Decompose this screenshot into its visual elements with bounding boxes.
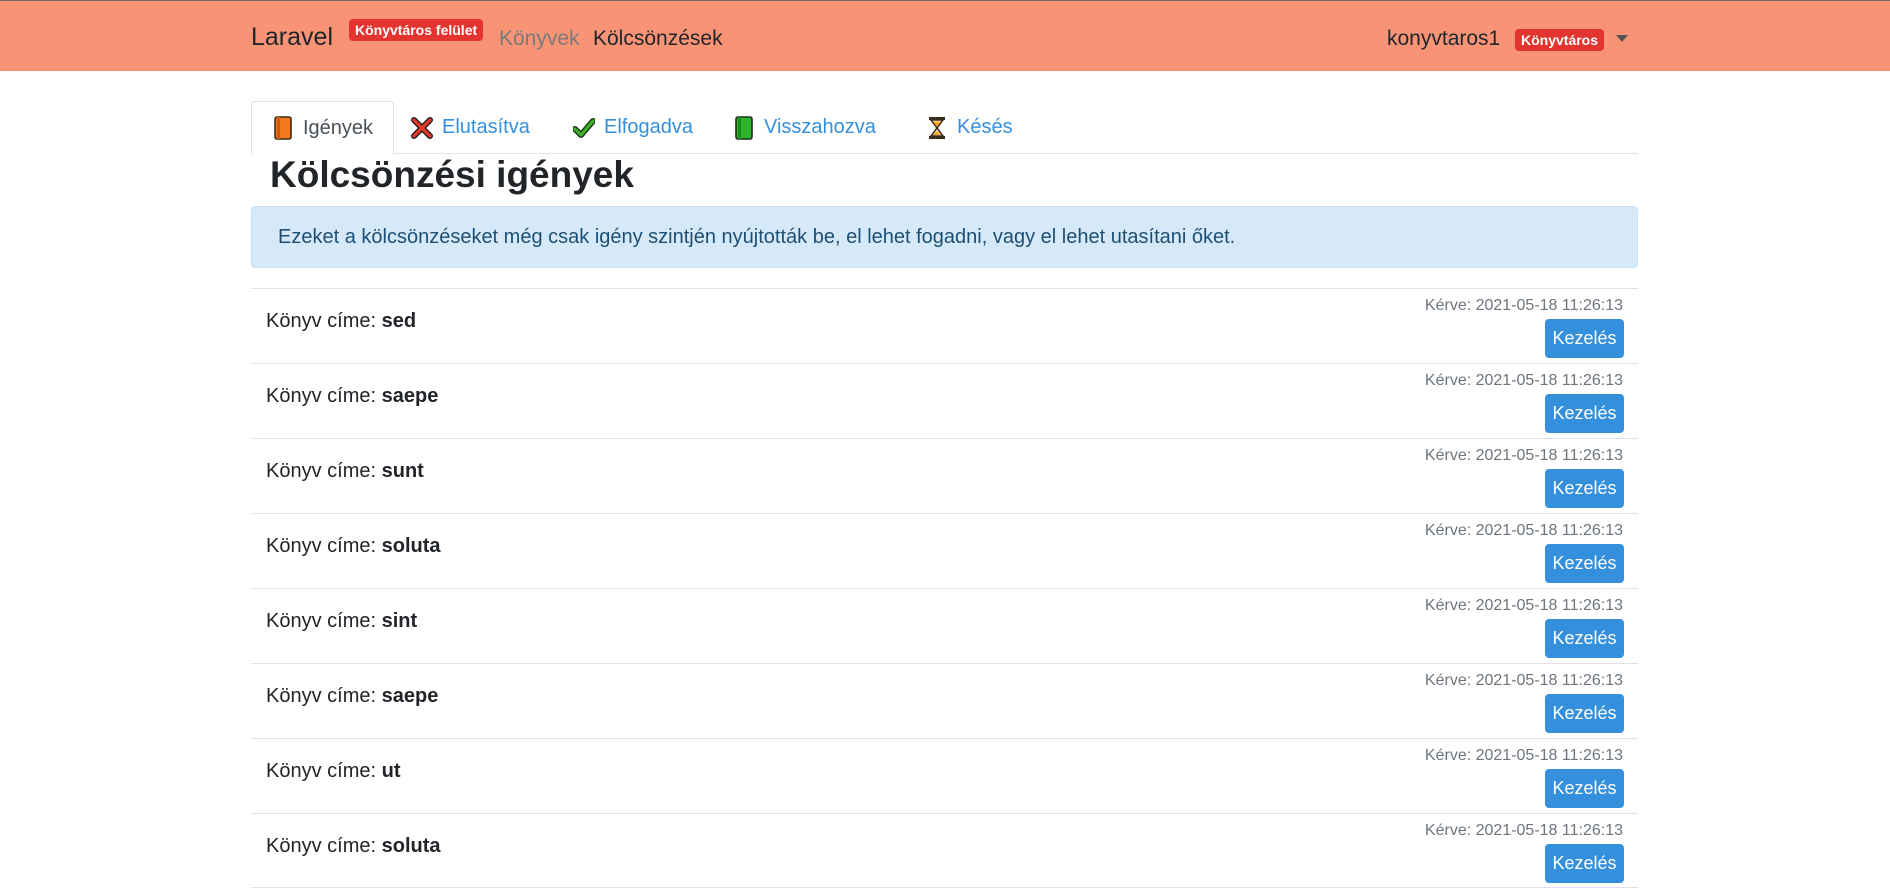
tab-label: Elfogadva [604, 116, 693, 138]
manage-button[interactable]: Kezelés [1545, 319, 1624, 358]
book-title: Könyv címe: sed [266, 310, 417, 332]
loan-status-tabs: Igények Elutasítva Elfogadva Visszahozva [251, 101, 1638, 155]
list-item: Könyv címe: soluta Kérve: 2021-05-18 11:… [251, 813, 1638, 888]
green-check-icon [573, 116, 595, 140]
tab-label: Igények [303, 116, 374, 139]
manage-button[interactable]: Kezelés [1545, 694, 1624, 733]
manage-button[interactable]: Kezelés [1545, 619, 1624, 658]
nav-link-loans[interactable]: Kölcsönzések [593, 27, 723, 51]
tab-accepted[interactable]: Elfogadva [553, 101, 713, 154]
list-item: Könyv címe: ut Kérve: 2021-05-18 11:26:1… [251, 738, 1638, 813]
book-title: Könyv címe: saepe [266, 685, 439, 707]
book-title: Könyv címe: ut [266, 760, 401, 782]
page-title: Kölcsönzési igények [270, 154, 634, 195]
nav-link-books[interactable]: Könyvek [499, 27, 580, 51]
request-date: Kérve: 2021-05-18 11:26:13 [1424, 447, 1623, 464]
tab-label: Késés [957, 116, 1013, 138]
manage-button[interactable]: Kezelés [1545, 469, 1624, 508]
request-list: Könyv címe: sed Kérve: 2021-05-18 11:26:… [251, 288, 1638, 888]
manage-button[interactable]: Kezelés [1545, 769, 1624, 808]
book-title: Könyv címe: sint [266, 610, 418, 632]
brand-link[interactable]: Laravel [251, 23, 333, 52]
green-book-icon [733, 115, 755, 140]
list-item: Könyv címe: sed Kérve: 2021-05-18 11:26:… [251, 288, 1638, 363]
request-date: Kérve: 2021-05-18 11:26:13 [1424, 372, 1623, 389]
info-alert: Ezeket a kölcsönzéseket még csak igény s… [251, 206, 1638, 268]
tab-label: Elutasítva [442, 116, 530, 138]
request-date: Kérve: 2021-05-18 11:26:13 [1424, 672, 1623, 689]
book-title: Könyv címe: sunt [266, 460, 424, 482]
manage-button[interactable]: Kezelés [1545, 544, 1624, 583]
request-date: Kérve: 2021-05-18 11:26:13 [1424, 747, 1623, 764]
tab-label: Visszahozva [764, 116, 876, 138]
book-title: Könyv címe: saepe [266, 385, 439, 407]
list-item: Könyv címe: soluta Kérve: 2021-05-18 11:… [251, 513, 1638, 588]
orange-book-icon [272, 116, 294, 140]
tab-returned[interactable]: Visszahozva [713, 101, 896, 154]
book-title: Könyv címe: soluta [266, 835, 441, 857]
request-date: Kérve: 2021-05-18 11:26:13 [1424, 597, 1623, 614]
request-date: Kérve: 2021-05-18 11:26:13 [1424, 522, 1623, 539]
request-date: Kérve: 2021-05-18 11:26:13 [1424, 297, 1623, 314]
red-cross-icon [411, 116, 433, 140]
tab-rejected[interactable]: Elutasítva [391, 101, 550, 154]
book-title: Könyv címe: soluta [266, 535, 441, 557]
tab-late[interactable]: Késés [906, 101, 1033, 154]
user-role-badge[interactable]: Könyvtáros [1515, 29, 1605, 51]
user-menu-name[interactable]: konyvtaros1 [1387, 27, 1500, 51]
hourglass-icon [926, 116, 948, 140]
top-navbar: Laravel Könyvtáros felület Könyvek Kölcs… [0, 0, 1890, 71]
manage-button[interactable]: Kezelés [1545, 394, 1624, 433]
list-item: Könyv címe: sunt Kérve: 2021-05-18 11:26… [251, 438, 1638, 513]
manage-button[interactable]: Kezelés [1545, 844, 1624, 883]
tab-requests[interactable]: Igények [251, 101, 395, 155]
admin-interface-badge: Könyvtáros felület [349, 19, 484, 41]
list-item: Könyv címe: saepe Kérve: 2021-05-18 11:2… [251, 663, 1638, 738]
list-item: Könyv címe: sint Kérve: 2021-05-18 11:26… [251, 588, 1638, 663]
caret-down-icon[interactable] [1616, 35, 1628, 42]
list-item: Könyv címe: saepe Kérve: 2021-05-18 11:2… [251, 363, 1638, 438]
request-date: Kérve: 2021-05-18 11:26:13 [1424, 822, 1623, 839]
